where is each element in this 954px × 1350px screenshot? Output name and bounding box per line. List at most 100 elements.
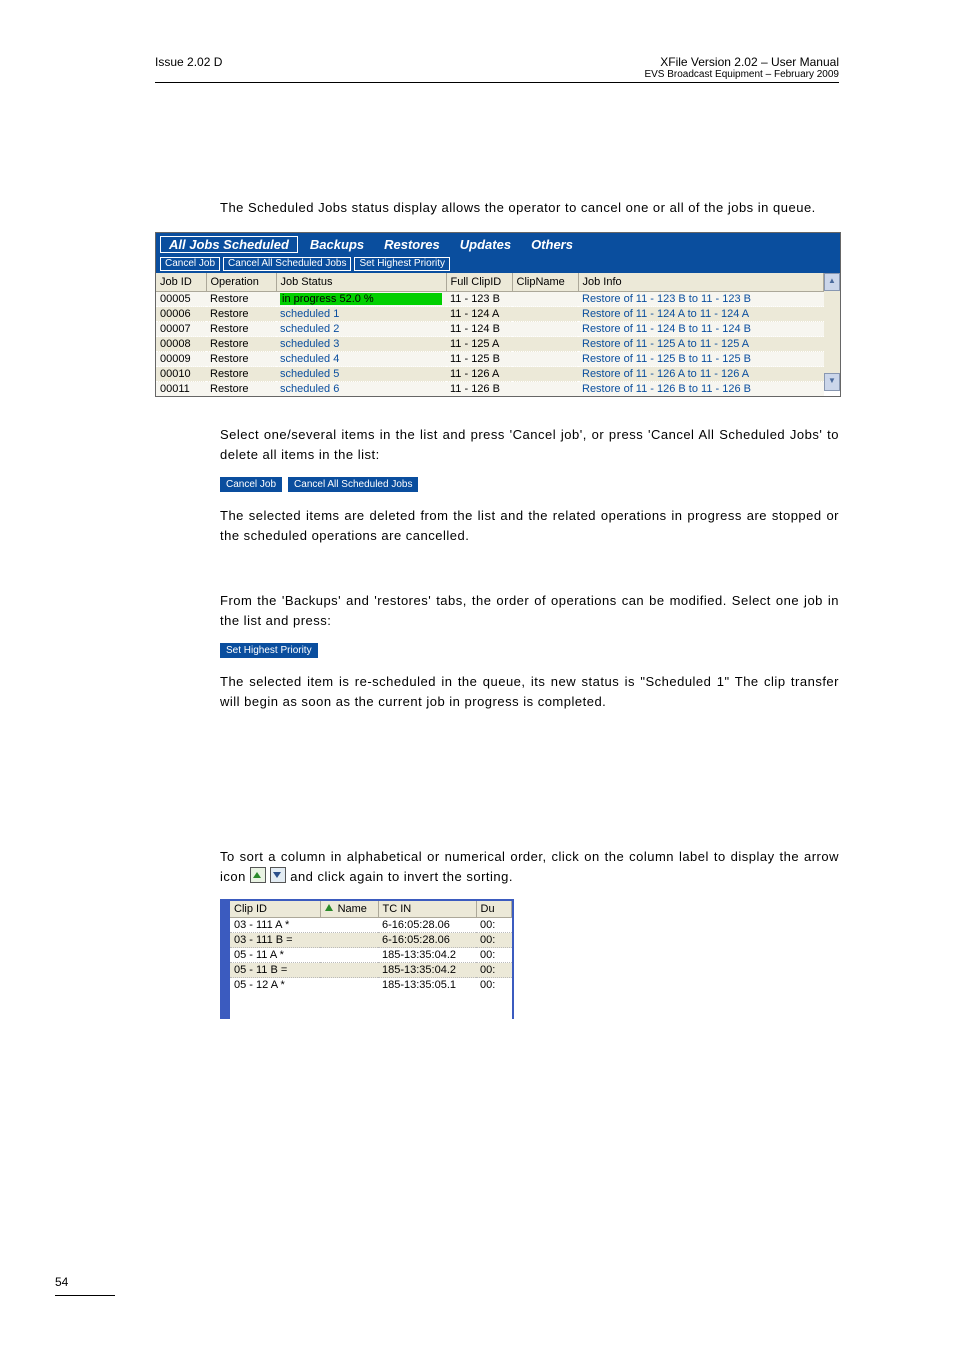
sort-descending-icon	[270, 867, 286, 883]
actions-row: Cancel Job Cancel All Scheduled Jobs Set…	[156, 255, 840, 273]
sort-indicator-icon	[325, 904, 333, 911]
table-cell: Restore of 11 - 125 B to 11 - 125 B	[578, 352, 824, 367]
table-cell: Restore	[206, 382, 276, 397]
table-cell: 05 - 11 B =	[230, 963, 320, 978]
paragraph-sort: To sort a column in alphabetical or nume…	[220, 847, 839, 886]
table-cell: 11 - 123 B	[446, 292, 512, 307]
table-cell: 00007	[156, 322, 206, 337]
table-row[interactable]: 05 - 11 A *185-13:35:04.200:	[230, 948, 512, 963]
col-clip-id[interactable]: Clip ID	[230, 901, 320, 918]
table-cell: scheduled 4	[276, 352, 446, 367]
col-operation[interactable]: Operation	[206, 273, 276, 292]
chip-row-cancel: Cancel Job Cancel All Scheduled Jobs	[220, 477, 839, 492]
table-row[interactable]: 05 - 12 A *185-13:35:05.100:	[230, 978, 512, 993]
table-cell: 05 - 11 A *	[230, 948, 320, 963]
table-cell: 00:	[476, 918, 512, 933]
table-cell: Restore of 11 - 124 A to 11 - 124 A	[578, 307, 824, 322]
set-highest-priority-button[interactable]: Set Highest Priority	[354, 257, 450, 271]
clip-list-band	[222, 901, 230, 1019]
table-cell: 03 - 111 A *	[230, 918, 320, 933]
table-header-row: Job ID Operation Job Status Full ClipID …	[156, 273, 824, 292]
table-cell: scheduled 3	[276, 337, 446, 352]
scheduled-jobs-panel: All Jobs Scheduled Backups Restores Upda…	[155, 232, 841, 397]
table-cell	[320, 918, 378, 933]
table-cell: Restore of 11 - 124 B to 11 - 124 B	[578, 322, 824, 337]
table-cell: scheduled 2	[276, 322, 446, 337]
table-cell: Restore of 11 - 125 A to 11 - 125 A	[578, 337, 824, 352]
tab-updates[interactable]: Updates	[452, 237, 519, 252]
col-full-clipid[interactable]: Full ClipID	[446, 273, 512, 292]
table-row[interactable]: 00007Restorescheduled 211 - 124 BRestore…	[156, 322, 824, 337]
scrollbar[interactable]: ▲ ▼	[824, 273, 840, 391]
tab-all-jobs[interactable]: All Jobs Scheduled	[160, 236, 298, 253]
table-row[interactable]: 00008Restorescheduled 311 - 125 ARestore…	[156, 337, 824, 352]
table-cell: Restore of 11 - 126 B to 11 - 126 B	[578, 382, 824, 397]
table-cell: Restore	[206, 337, 276, 352]
table-cell: scheduled 6	[276, 382, 446, 397]
table-cell	[512, 352, 578, 367]
table-row[interactable]: 00006Restorescheduled 111 - 124 ARestore…	[156, 307, 824, 322]
table-cell: 00:	[476, 948, 512, 963]
paragraph-backups-restores: From the 'Backups' and 'restores' tabs, …	[220, 591, 839, 630]
cancel-job-button[interactable]: Cancel Job	[160, 257, 220, 271]
table-row[interactable]: 03 - 111 B =6-16:05:28.0600:	[230, 933, 512, 948]
page-header: Issue 2.02 D XFile Version 2.02 – User M…	[155, 55, 839, 80]
table-row[interactable]: 00011Restorescheduled 611 - 126 B Restore…	[156, 382, 824, 397]
header-rule	[155, 82, 839, 83]
table-cell: 11 - 124 A	[446, 307, 512, 322]
table-cell	[512, 292, 578, 307]
table-row[interactable]: 00005Restorein progress 52.0 %11 - 123 B…	[156, 292, 824, 307]
tab-restores[interactable]: Restores	[376, 237, 448, 252]
col-job-id[interactable]: Job ID	[156, 273, 206, 292]
col-job-status[interactable]: Job Status	[276, 273, 446, 292]
chip-set-highest-priority[interactable]: Set Highest Priority	[220, 643, 318, 658]
tab-backups[interactable]: Backups	[302, 237, 372, 252]
header-right: XFile Version 2.02 – User Manual EVS Bro…	[644, 55, 839, 80]
table-row[interactable]: 00009Restorescheduled 411 - 125 BRestore…	[156, 352, 824, 367]
col-name-label: Name	[338, 903, 367, 915]
table-cell: 03 - 111 B =	[230, 933, 320, 948]
table-cell: 05 - 12 A *	[230, 978, 320, 993]
chip-cancel-job[interactable]: Cancel Job	[220, 477, 282, 492]
table-cell	[320, 933, 378, 948]
col-du[interactable]: Du	[476, 901, 512, 918]
cancel-all-button[interactable]: Cancel All Scheduled Jobs	[223, 257, 351, 271]
clip-list-panel: Clip ID Name TC IN Du 03 - 111 A *6-16:0…	[220, 899, 514, 1019]
table-row[interactable]: 03 - 111 A *6-16:05:28.0600:	[230, 918, 512, 933]
page-number: 54	[55, 1275, 68, 1289]
table-cell	[512, 367, 578, 382]
table-cell: scheduled 5	[276, 367, 446, 382]
table-cell: 00008	[156, 337, 206, 352]
table-cell: 00:	[476, 978, 512, 993]
header-left: Issue 2.02 D	[155, 55, 222, 69]
table-cell: Restore of 11 - 126 A to 11 - 126 A	[578, 367, 824, 382]
table-cell: scheduled 1	[276, 307, 446, 322]
table-cell: 00010	[156, 367, 206, 382]
table-cell: 6-16:05:28.06	[378, 933, 476, 948]
col-tc-in[interactable]: TC IN	[378, 901, 476, 918]
table-cell: 11 - 126 A	[446, 367, 512, 382]
table-cell: Restore of 11 - 123 B to 11 - 123 B	[578, 292, 824, 307]
table-cell	[320, 978, 378, 993]
scroll-up-icon[interactable]: ▲	[824, 273, 840, 291]
table-cell: 11 - 124 B	[446, 322, 512, 337]
tab-others[interactable]: Others	[523, 237, 581, 252]
footer-rule	[55, 1295, 115, 1296]
scroll-down-icon[interactable]: ▼	[824, 373, 840, 391]
table-cell: 11 - 126 B	[446, 382, 512, 397]
table-cell: Restore	[206, 292, 276, 307]
col-clipname[interactable]: ClipName	[512, 273, 578, 292]
paragraph-deleted: The selected items are deleted from the …	[220, 506, 839, 545]
col-name[interactable]: Name	[320, 901, 378, 918]
jobs-table: Job ID Operation Job Status Full ClipID …	[156, 273, 824, 396]
chip-cancel-all[interactable]: Cancel All Scheduled Jobs	[288, 477, 418, 492]
table-row[interactable]: 05 - 11 B =185-13:35:04.200:	[230, 963, 512, 978]
table-cell: 00011	[156, 382, 206, 397]
table-cell: Restore	[206, 352, 276, 367]
table-cell	[512, 382, 578, 397]
table-row[interactable]: 00010Restorescheduled 511 - 126 ARestore…	[156, 367, 824, 382]
table-cell: Restore	[206, 307, 276, 322]
header-subtitle: EVS Broadcast Equipment – February 2009	[644, 69, 839, 80]
table-cell: 00009	[156, 352, 206, 367]
col-job-info[interactable]: Job Info	[578, 273, 824, 292]
